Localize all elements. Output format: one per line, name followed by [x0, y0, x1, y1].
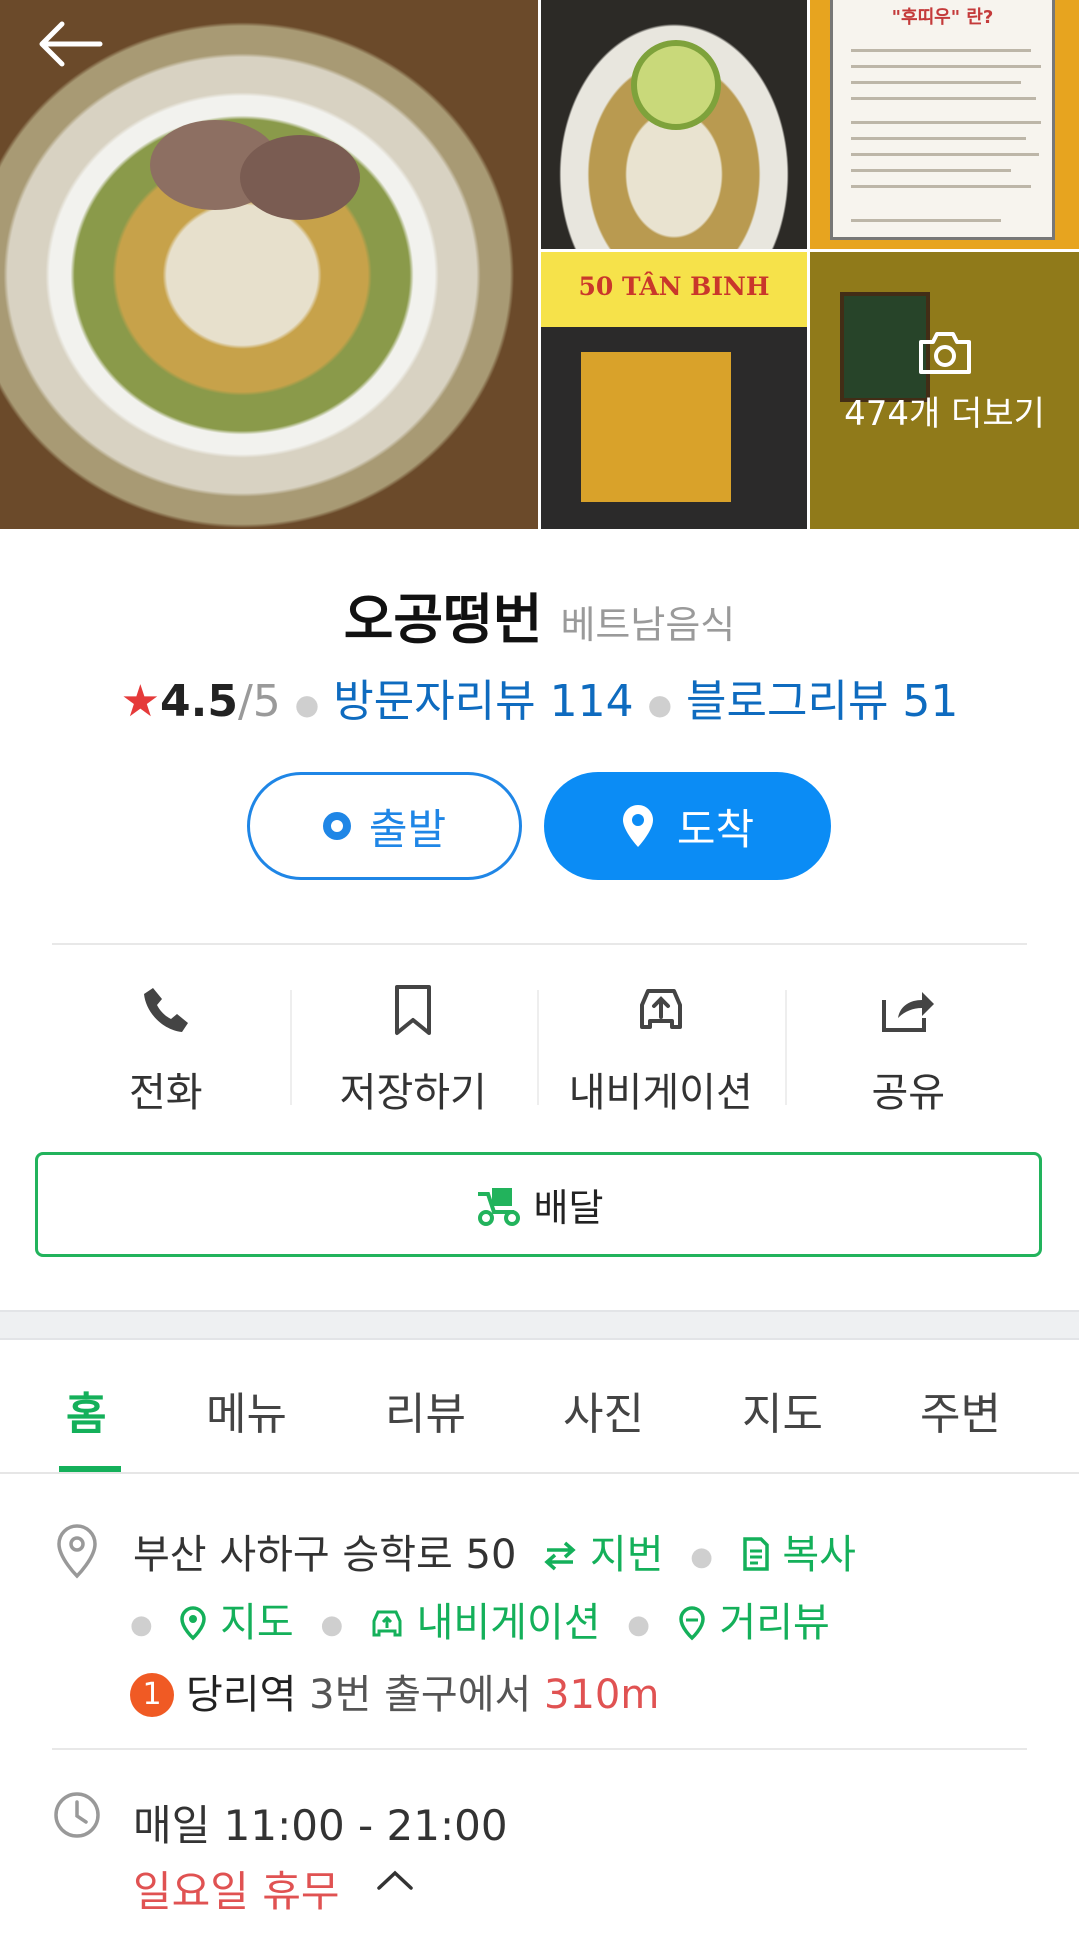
rating-max: /5 [237, 676, 281, 727]
address-row: 부산 사하구 승학로 50 지번 ● 복사 [133, 1532, 856, 1578]
storefront-sign: 50 TÂN BINH [578, 272, 770, 301]
copy-label: 복사 [782, 1532, 856, 1578]
tab-menu[interactable]: 메뉴 [206, 1378, 287, 1442]
place-header: 오공떵번 베트남음식 [0, 575, 1079, 654]
arrive-button[interactable]: 도착 [544, 772, 831, 880]
place-name: 오공떵번 [343, 588, 543, 651]
tab-home[interactable]: 홈 [66, 1378, 106, 1442]
share-button[interactable]: 공유 [784, 980, 1033, 1116]
subway-distance: 310m [544, 1672, 660, 1718]
photo-soup-with-lime[interactable] [541, 0, 807, 249]
copy-icon [742, 1537, 769, 1571]
navigation-label: 내비게이션 [568, 1070, 753, 1116]
navigation-link[interactable]: 내비게이션 [370, 1600, 601, 1646]
clock-icon [54, 1792, 100, 1838]
notice-title: "후띠우" 란? [891, 7, 994, 28]
photo-menu-notice[interactable]: "후띠우" 란? [810, 0, 1079, 249]
tab-reviews[interactable]: 리뷰 [385, 1378, 466, 1442]
collapse-hours-button[interactable] [375, 1868, 415, 1896]
phone-icon [143, 988, 188, 1032]
camera-icon [917, 330, 973, 380]
depart-label: 출발 [368, 804, 447, 854]
more-photos-label: 474개 더보기 [844, 394, 1045, 434]
closed-day: 일요일 휴무 [133, 1867, 340, 1916]
rating-score: 4.5 [160, 676, 238, 727]
jibun-button[interactable]: 지번 [543, 1532, 664, 1578]
visitor-reviews-link[interactable]: 방문자리뷰 114 [333, 676, 633, 727]
arrow-left-icon [39, 21, 103, 67]
more-photos-button[interactable]: 474개 더보기 [810, 330, 1079, 435]
photo-gallery[interactable]: "후띠우" 란? 50 TÂN BINH 474개 더보기 [0, 0, 1079, 529]
divider [52, 1748, 1027, 1750]
delivery-label: 배달 [533, 1186, 604, 1230]
main-photo-noodle-soup[interactable] [0, 0, 538, 529]
swap-arrows-icon [544, 1541, 576, 1571]
jibun-label: 지번 [589, 1532, 664, 1578]
section-separator [0, 1310, 1079, 1340]
navigation-link-label: 내비게이션 [416, 1600, 601, 1646]
map-label: 지도 [220, 1600, 294, 1646]
save-button[interactable]: 저장하기 [289, 980, 538, 1116]
tab-bar: 홈 메뉴 리뷰 사진 지도 주변 [0, 1340, 1079, 1474]
map-link[interactable]: 지도 [179, 1600, 294, 1646]
copy-button[interactable]: 복사 [740, 1532, 856, 1578]
bookmark-icon [395, 985, 432, 1035]
subway-exit: 3번 출구에서 [309, 1672, 532, 1718]
arrive-label: 도착 [676, 804, 755, 854]
business-hours: 매일 11:00 - 21:00 [133, 1801, 508, 1850]
action-bar: 전화 저장하기 내비게이션 공유 [42, 980, 1033, 1116]
subway-line-badge: 1 [130, 1673, 174, 1717]
car-navigation-icon [639, 989, 682, 1029]
tab-map[interactable]: 지도 [742, 1378, 823, 1442]
tab-photos[interactable]: 사진 [563, 1378, 644, 1442]
back-button[interactable] [36, 20, 104, 68]
depart-button[interactable]: 출발 [247, 772, 522, 880]
call-label: 전화 [128, 1070, 203, 1116]
origin-dot-icon [322, 812, 351, 840]
share-label: 공유 [871, 1070, 946, 1116]
active-tab-indicator [59, 1466, 121, 1472]
map-pin-icon [622, 805, 653, 847]
divider [52, 943, 1027, 945]
blog-reviews-link[interactable]: 블로그리뷰 51 [686, 676, 958, 727]
rating-row: ★4.5/5 ● 방문자리뷰 114 ● 블로그리뷰 51 [120, 676, 959, 727]
location-pin-icon [57, 1524, 97, 1579]
chevron-up-icon [377, 1870, 413, 1890]
star-icon: ★ [120, 676, 161, 727]
navigation-button[interactable]: 내비게이션 [537, 980, 785, 1116]
address-text: 부산 사하구 승학로 50 [133, 1532, 517, 1578]
delivery-scooter-icon [477, 1187, 520, 1226]
tab-nearby[interactable]: 주변 [920, 1378, 1001, 1442]
place-category: 베트남음식 [560, 603, 736, 647]
call-button[interactable]: 전화 [42, 980, 290, 1116]
delivery-button[interactable]: 배달 [35, 1152, 1042, 1257]
streetview-label: 거리뷰 [719, 1600, 830, 1646]
streetview-pin-icon [678, 1606, 705, 1641]
photo-storefront[interactable]: 50 TÂN BINH [541, 252, 807, 529]
address-links-row: ● 지도 ● 내비게이션 ● 거리뷰 [130, 1600, 830, 1646]
streetview-link[interactable]: 거리뷰 [677, 1600, 830, 1646]
subway-station: 당리역 [186, 1672, 297, 1718]
save-label: 저장하기 [339, 1070, 487, 1116]
share-icon [882, 992, 935, 1032]
subway-row: 1 당리역 3번 출구에서 310m [130, 1662, 659, 1720]
map-pin-outline-icon [180, 1606, 207, 1641]
car-navigation-small-icon [372, 1610, 402, 1637]
